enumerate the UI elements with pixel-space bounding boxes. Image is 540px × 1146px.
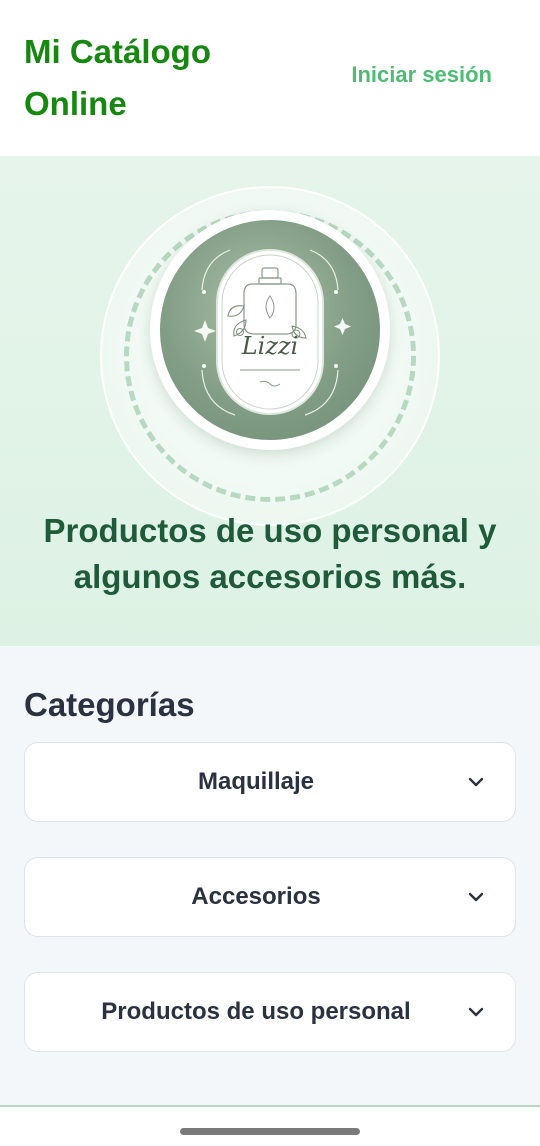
chevron-down-icon — [468, 777, 484, 787]
app-header: Mi Catálogo Online Iniciar sesión — [0, 0, 540, 156]
home-indicator[interactable] — [180, 1128, 360, 1135]
category-item-maquillaje[interactable]: Maquillaje — [24, 742, 516, 822]
hero-tagline: Productos de uso personal y algunos acce… — [43, 512, 497, 595]
category-item-productos-uso-personal[interactable]: Productos de uso personal — [24, 972, 516, 1052]
chevron-down-icon — [468, 1007, 484, 1017]
category-label: Productos de uso personal — [101, 998, 411, 1025]
brand-title[interactable]: Mi Catálogo Online — [24, 26, 284, 130]
category-label: Maquillaje — [197, 768, 315, 795]
brand-logo: Lizzi — [150, 210, 390, 450]
category-item-accesorios[interactable]: Accesorios — [24, 857, 516, 937]
chevron-down-icon — [468, 892, 484, 902]
login-link[interactable]: Iniciar sesión — [351, 62, 492, 88]
categories-title: Categorías — [24, 686, 195, 723]
hero-banner: Lizzi Productos de uso personal y alguno… — [0, 156, 540, 646]
brand-line-1: Mi Catálogo — [24, 33, 211, 70]
perfume-logo-icon — [194, 249, 351, 416]
logo-wordmark: Lizzi — [241, 332, 299, 360]
brand-line-2: Online — [24, 85, 127, 122]
logo-emblem: Lizzi — [160, 220, 380, 440]
category-label: Accesorios — [191, 883, 321, 910]
page-footer — [0, 1107, 540, 1146]
